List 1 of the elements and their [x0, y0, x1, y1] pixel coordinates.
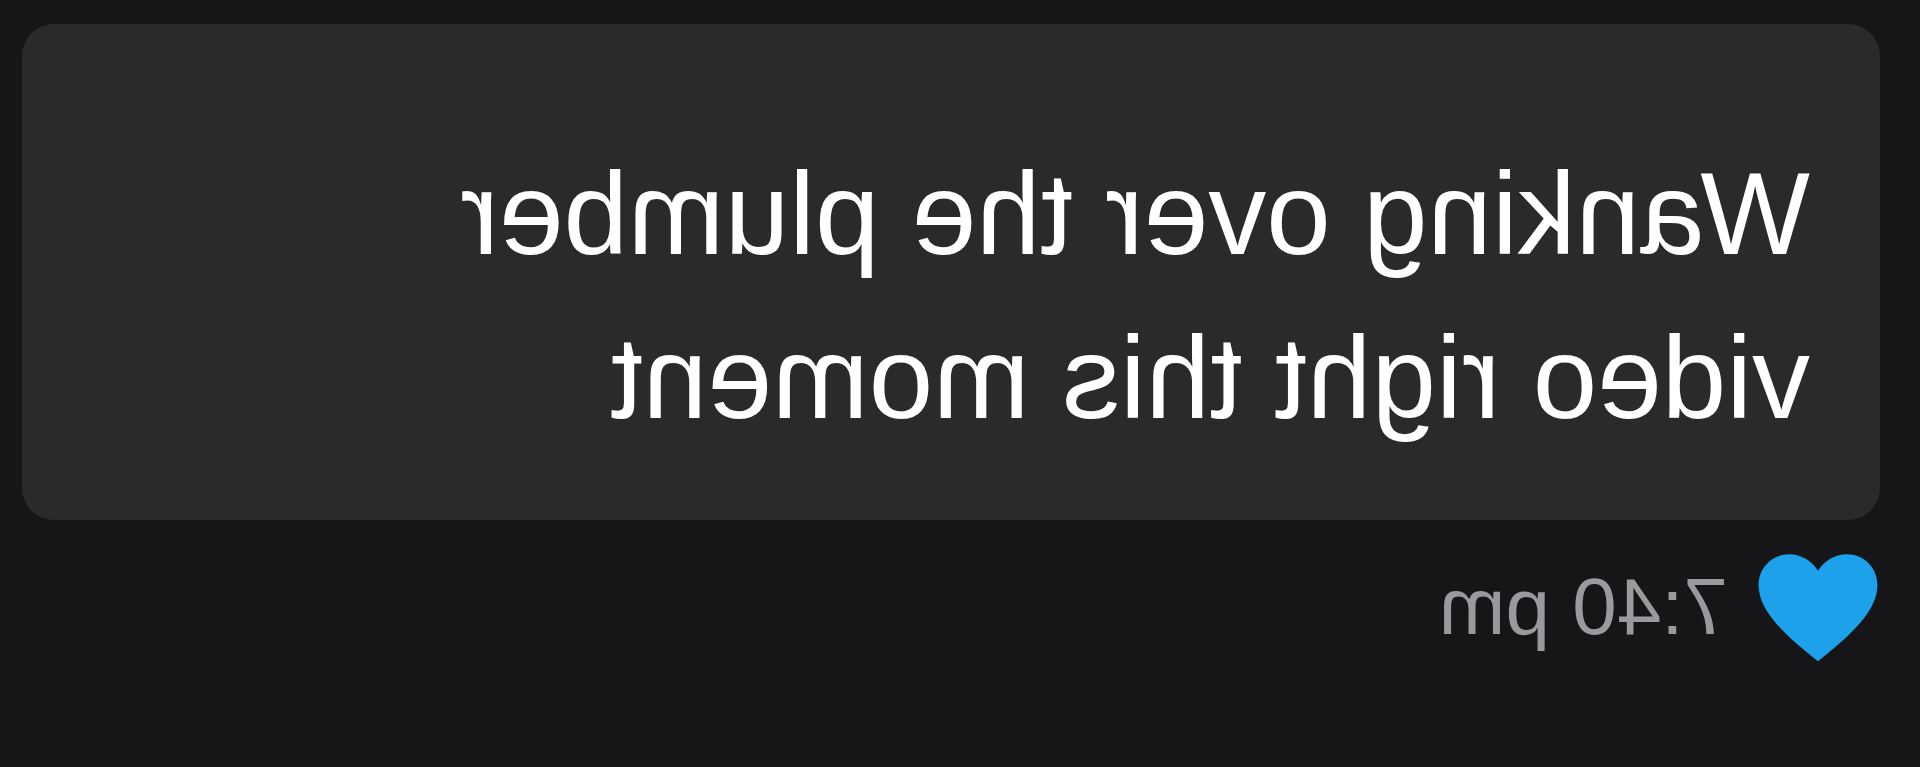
- message-text: Wanking over the plumber video right this moment: [459, 148, 1810, 445]
